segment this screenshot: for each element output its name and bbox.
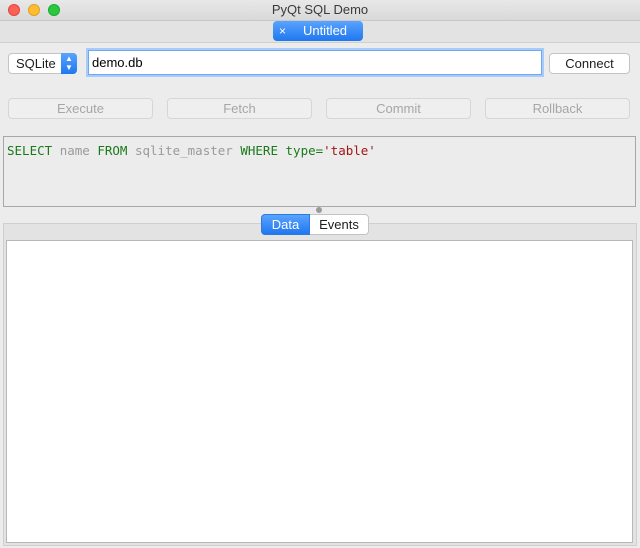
chevron-updown-icon: ▲ ▼ <box>61 53 77 74</box>
tab-label: Untitled <box>302 23 348 38</box>
sql-keyword: WHERE <box>240 143 278 158</box>
sql-keyword: FROM <box>97 143 128 158</box>
tab-events[interactable]: Events <box>310 214 369 235</box>
sql-identifier: name <box>59 143 90 158</box>
execute-button[interactable]: Execute <box>8 98 153 119</box>
results-table[interactable] <box>6 240 633 543</box>
tab-data[interactable]: Data <box>261 214 310 235</box>
fetch-button[interactable]: Fetch <box>167 98 312 119</box>
tab-untitled[interactable]: × Untitled <box>273 21 363 41</box>
driver-select-value: SQLite <box>16 56 56 71</box>
sql-string: 'table' <box>323 143 376 158</box>
driver-select[interactable]: SQLite ▲ ▼ <box>8 53 77 74</box>
sql-keyword: SELECT <box>7 143 53 158</box>
connect-button[interactable]: Connect <box>549 53 630 74</box>
window-title: PyQt SQL Demo <box>271 2 369 17</box>
splitter-handle[interactable] <box>316 207 322 213</box>
title-bar: PyQt SQL Demo <box>0 0 640 21</box>
sql-identifier: sqlite_master <box>134 143 233 158</box>
sql-query-editor[interactable]: SELECT name FROM sqlite_master WHERE typ… <box>3 136 636 207</box>
close-tab-icon[interactable]: × <box>279 21 286 41</box>
sql-identifier: type <box>285 143 316 158</box>
rollback-button[interactable]: Rollback <box>485 98 630 119</box>
database-path-input[interactable] <box>89 51 535 73</box>
document-tab-bar: × Untitled <box>0 21 640 43</box>
commit-button[interactable]: Commit <box>326 98 471 119</box>
database-path-field[interactable] <box>88 50 542 75</box>
